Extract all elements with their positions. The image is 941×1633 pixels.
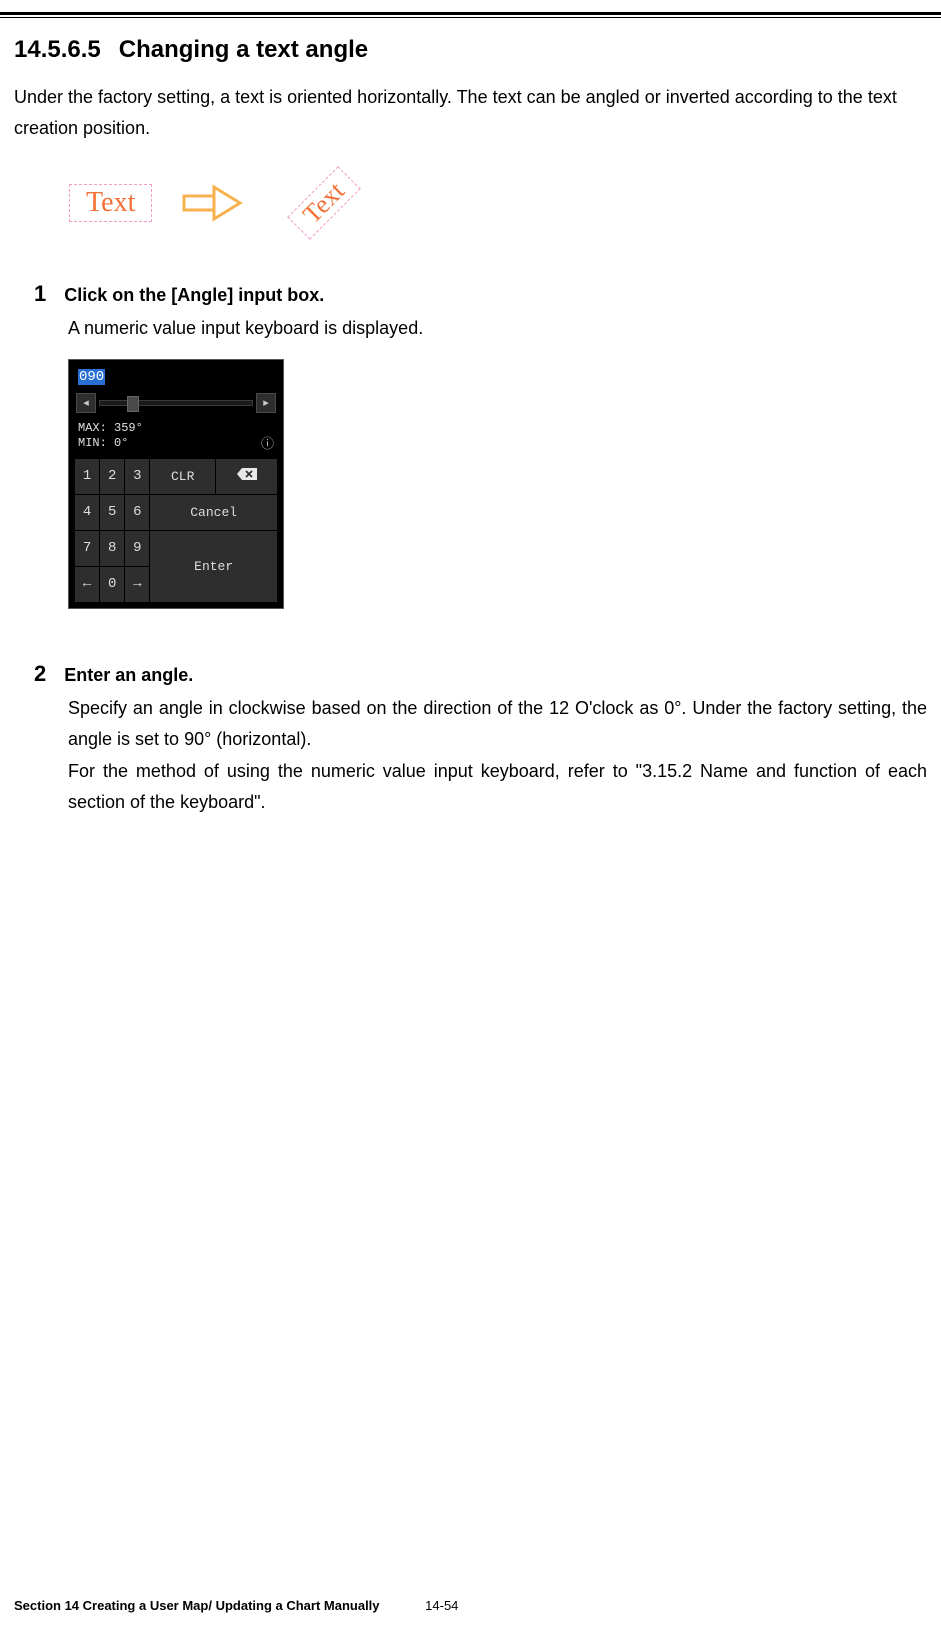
key-4[interactable]: 4 bbox=[75, 494, 100, 530]
step-2-body-1: Specify an angle in clockwise based on t… bbox=[68, 693, 927, 756]
keypad-grid: 1 2 3 CLR 4 5 6 Can bbox=[74, 458, 278, 603]
step-2-number: 2 bbox=[34, 661, 46, 687]
slider-increment-button[interactable]: ▸ bbox=[256, 393, 276, 413]
text-angle-illustration: Text Text bbox=[14, 153, 927, 253]
section-heading: 14.5.6.5 Changing a text angle bbox=[14, 36, 927, 64]
header-rule-thick bbox=[0, 12, 941, 15]
step-2: 2 Enter an angle. Specify an angle in cl… bbox=[14, 661, 927, 819]
slider-decrement-button[interactable]: ◂ bbox=[76, 393, 96, 413]
step-2-title: Enter an angle. bbox=[64, 665, 193, 686]
page-footer: Section 14 Creating a User Map/ Updating… bbox=[14, 1598, 458, 1613]
key-clr[interactable]: CLR bbox=[150, 458, 216, 494]
angle-input-field[interactable]: 090 bbox=[74, 365, 278, 387]
section-title: Changing a text angle bbox=[119, 36, 368, 63]
arrow-icon bbox=[182, 183, 244, 223]
slider-limits: MAX: 359° MIN: 0° ⓘ bbox=[74, 419, 278, 458]
key-7[interactable]: 7 bbox=[75, 530, 100, 566]
key-enter[interactable]: Enter bbox=[150, 530, 278, 602]
angle-slider[interactable] bbox=[99, 400, 253, 406]
rotated-text-example: Text bbox=[288, 166, 361, 239]
key-2[interactable]: 2 bbox=[100, 458, 125, 494]
key-cancel[interactable]: Cancel bbox=[150, 494, 278, 530]
horizontal-text-example: Text bbox=[69, 184, 152, 222]
numeric-keypad: 090 ◂ ▸ MAX: 359° MIN: 0° ⓘ 1 2 bbox=[68, 359, 284, 609]
step-1-title: Click on the [Angle] input box. bbox=[64, 285, 324, 306]
backspace-icon bbox=[236, 467, 258, 481]
key-1[interactable]: 1 bbox=[75, 458, 100, 494]
info-icon[interactable]: ⓘ bbox=[261, 433, 274, 452]
page-content: 14.5.6.5 Changing a text angle Under the … bbox=[0, 18, 941, 819]
slider-thumb[interactable] bbox=[127, 396, 139, 412]
step-2-body-2: For the method of using the numeric valu… bbox=[68, 756, 927, 819]
key-3[interactable]: 3 bbox=[125, 458, 150, 494]
key-left[interactable]: ← bbox=[75, 566, 100, 602]
step-1-body: A numeric value input keyboard is displa… bbox=[68, 313, 927, 345]
step-1: 1 Click on the [Angle] input box. A nume… bbox=[14, 281, 927, 609]
slider-row: ◂ ▸ bbox=[74, 387, 278, 419]
footer-page-number: 14-54 bbox=[425, 1598, 458, 1613]
key-backspace[interactable] bbox=[216, 458, 278, 494]
key-0[interactable]: 0 bbox=[100, 566, 125, 602]
key-5[interactable]: 5 bbox=[100, 494, 125, 530]
max-label: MAX: 359° bbox=[78, 421, 143, 437]
key-8[interactable]: 8 bbox=[100, 530, 125, 566]
key-right[interactable]: → bbox=[125, 566, 150, 602]
key-9[interactable]: 9 bbox=[125, 530, 150, 566]
section-number: 14.5.6.5 bbox=[14, 36, 101, 63]
angle-input-value: 090 bbox=[78, 369, 105, 385]
intro-paragraph: Under the factory setting, a text is ori… bbox=[14, 82, 927, 143]
step-1-number: 1 bbox=[34, 281, 46, 307]
min-label: MIN: 0° bbox=[78, 436, 143, 452]
footer-section-title: Section 14 Creating a User Map/ Updating… bbox=[14, 1598, 380, 1613]
key-6[interactable]: 6 bbox=[125, 494, 150, 530]
